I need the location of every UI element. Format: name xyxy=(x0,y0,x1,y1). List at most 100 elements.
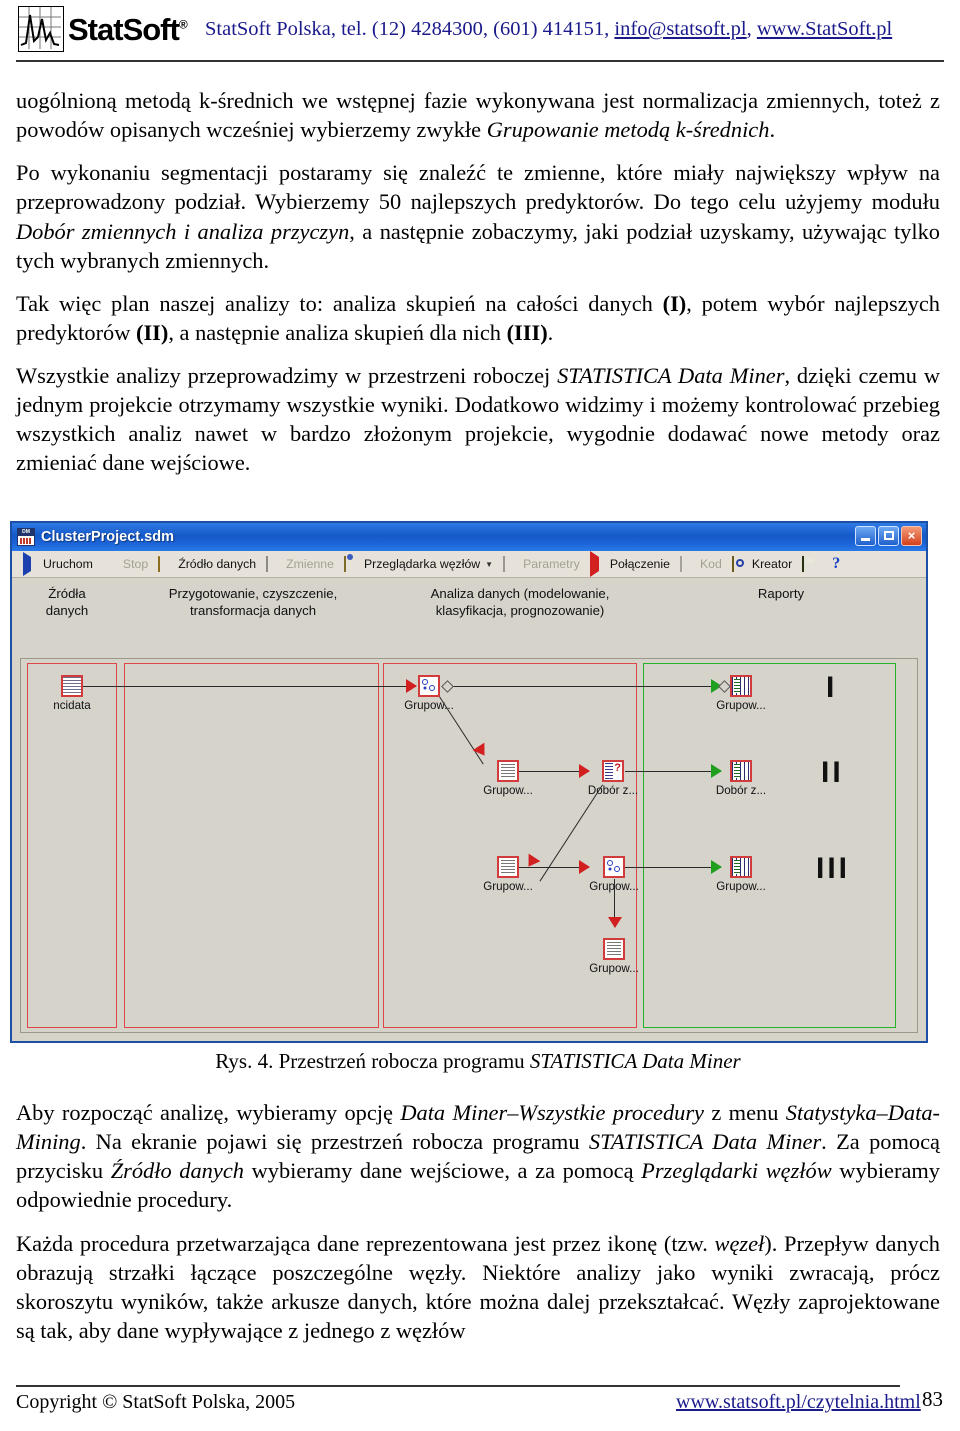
email-link[interactable]: info@statsoft.pl xyxy=(614,18,746,40)
lane-header-sources-l1: Źródła xyxy=(48,586,86,601)
maximize-button[interactable] xyxy=(878,526,899,546)
node-label-report-2: Dobór z... xyxy=(715,784,767,797)
toolbar-button-save[interactable] xyxy=(797,553,827,575)
node-label-grupow-3: Grupow... xyxy=(483,880,533,893)
p5-part-b: z menu xyxy=(704,1100,786,1125)
paragraph-2: Po wykonaniu segmentacji postaramy się z… xyxy=(16,158,940,275)
lane-header-reports: Raporty xyxy=(656,578,906,632)
window-title-bar[interactable]: DM ClusterProject.sdm × xyxy=(12,523,926,551)
p5-italic-1: Data Miner–Wszystkie procedury xyxy=(400,1100,704,1125)
lane-header-analysis-l1: Analiza danych (modelowanie, xyxy=(430,586,610,601)
lane-sources[interactable] xyxy=(27,663,117,1028)
toolbar-label-uruchom: Uruchom xyxy=(43,556,93,571)
wizard-icon xyxy=(731,555,748,572)
lane-header-reports-l1: Raporty xyxy=(757,586,805,601)
p3-part-d: . xyxy=(547,319,554,345)
close-icon: × xyxy=(907,528,916,543)
toolbar-button-uruchom[interactable]: Uruchom xyxy=(18,551,98,576)
toolbar-button-zmienne[interactable]: Zmienne xyxy=(261,553,339,575)
toolbar-label-stop: Stop xyxy=(122,556,149,571)
p1-part-b: . xyxy=(769,117,776,143)
comma-sep: , xyxy=(746,18,757,40)
node-label-grupow-5: Grupow... xyxy=(589,962,639,975)
cluster-icon xyxy=(418,675,440,697)
paragraph-3: Tak więc plan naszej analizy to: analiza… xyxy=(16,289,940,347)
connector-src-to-clust1 xyxy=(83,686,416,687)
lane-header-preparation-l1: Przygotowanie, czyszczenie, xyxy=(168,586,338,601)
toolbar-label-parametry: Parametry xyxy=(523,556,580,571)
run-icon xyxy=(23,551,39,576)
toolbar-label-przegladarka-wezlow: Przeglądarka węzłów xyxy=(363,556,481,571)
caption-prefix: Rys. 4. Przestrzeń robocza programu xyxy=(215,1049,530,1073)
header-divider xyxy=(16,60,944,62)
paragraph-4: Wszystkie analizy przeprowadzimy w przes… xyxy=(16,361,940,478)
copyright-text: Copyright © StatSoft Polska, 2005 xyxy=(16,1391,296,1413)
window-title: ClusterProject.sdm xyxy=(41,529,174,545)
arrow-clust2-to-rep3 xyxy=(711,860,722,874)
toolbar-button-polaczenie[interactable]: Połączenie xyxy=(585,550,675,577)
p1-part-a: uogólnioną metodą k-średnich we wstępnej… xyxy=(16,88,940,143)
worksheet-icon xyxy=(497,760,519,782)
lane-preparation[interactable] xyxy=(124,663,379,1028)
node-label-report-3: Grupow... xyxy=(716,880,766,893)
marker-roman-iii: III xyxy=(816,852,851,885)
toolbar-button-help[interactable]: ? xyxy=(827,553,845,575)
toolbar-label-zrodlo-danych: Źródło danych xyxy=(178,556,257,571)
minimize-button[interactable] xyxy=(855,526,876,546)
main-toolbar[interactable]: Uruchom Stop Źródło danych Zmienne Przeg… xyxy=(12,550,926,578)
marker-three: (III) xyxy=(506,319,548,345)
toolbar-label-polaczenie: Połączenie xyxy=(609,556,670,571)
node-label-grupow-1: Grupow... xyxy=(404,699,454,712)
p5-part-e: wybieramy dane wejściowe, a za pomocą xyxy=(243,1158,642,1184)
toolbar-button-kreator[interactable]: Kreator xyxy=(727,553,797,575)
toolbar-label-zmienne: Zmienne xyxy=(286,556,334,571)
arrow-dobor1-to-rep2 xyxy=(711,764,722,778)
document-icon: DM xyxy=(17,528,35,546)
window-controls[interactable]: × xyxy=(855,526,922,546)
lane-header-preparation: Przygotowanie, czyszczenie, transformacja… xyxy=(122,578,384,632)
workspace-canvas[interactable]: ncidata Grupow... Grupow... Dobór z... G… xyxy=(20,658,918,1033)
data-sheet-icon xyxy=(61,675,83,697)
lane-header-preparation-l2: transformacja danych xyxy=(189,602,317,618)
data-miner-window[interactable]: DM ClusterProject.sdm × Uruchom Stop Źró… xyxy=(10,521,928,1043)
page-number: 83 xyxy=(922,1387,943,1411)
toolbar-button-parametry[interactable]: Parametry xyxy=(498,553,585,575)
chevron-down-icon[interactable]: ▼ xyxy=(485,560,493,569)
cluster-icon xyxy=(603,856,625,878)
p6-part-a: Każda procedura przetwarzająca dane repr… xyxy=(16,1230,715,1256)
footer-divider xyxy=(16,1385,900,1387)
toolbar-button-zrodlo-danych[interactable]: Źródło danych xyxy=(153,553,261,575)
upper-body-text: uogólnioną metodą k-średnich we wstępnej… xyxy=(16,86,940,478)
node-label-report-1: Grupow... xyxy=(716,699,766,712)
toolbar-label-kreator: Kreator xyxy=(751,556,793,571)
toolbar-button-przegladarka-wezlow[interactable]: Przeglądarka węzłów ▼ xyxy=(339,553,498,575)
toolbar-button-stop[interactable]: Stop xyxy=(98,553,153,575)
p5-italic-3: STATISTICA Data Miner xyxy=(588,1129,822,1155)
report-icon xyxy=(730,760,752,782)
feature-selection-icon xyxy=(602,760,624,782)
p6-italic: węzeł xyxy=(714,1230,765,1256)
arrow-grid1-to-dobor1 xyxy=(579,764,590,778)
node-browser-icon xyxy=(343,555,360,572)
lane-headers: Źródła danych Przygotowanie, czyszczenie,… xyxy=(12,578,926,632)
footer-url-link[interactable]: www.statsoft.pl/czytelnia.html xyxy=(676,1391,921,1414)
p3-part-c: , a następnie analiza skupień dla nich xyxy=(168,319,507,345)
lane-reports[interactable] xyxy=(643,663,896,1028)
p5-italic-4: Źródło danych xyxy=(110,1158,244,1184)
worksheet-icon xyxy=(603,938,625,960)
toolbar-button-kod[interactable]: Kod xyxy=(675,553,727,575)
page-header: StatSoft® StatSoft Polska, tel. (12) 428… xyxy=(0,0,960,62)
marker-roman-ii: II xyxy=(821,756,844,789)
lane-header-sources-l2: danych xyxy=(45,602,89,618)
p2-part-a: Po wykonaniu segmentacji postaramy się z… xyxy=(16,160,940,215)
variables-icon xyxy=(266,555,282,572)
paragraph-1: uogólnioną metodą k-średnich we wstępnej… xyxy=(16,86,940,144)
lane-header-analysis-l2: klasyfikacja, prognozowanie) xyxy=(435,602,605,618)
contact-text: StatSoft Polska, tel. (12) 4284300, (601… xyxy=(205,18,615,40)
close-button[interactable]: × xyxy=(901,526,922,546)
website-link[interactable]: www.StatSoft.pl xyxy=(757,18,892,40)
node-label-grupow-2: Grupow... xyxy=(483,784,533,797)
node-label-grupow-4: Grupow... xyxy=(589,880,639,893)
marker-two: (II) xyxy=(136,319,169,345)
lower-body-text: Aby rozpocząć analizę, wybieramy opcję D… xyxy=(16,1098,940,1359)
